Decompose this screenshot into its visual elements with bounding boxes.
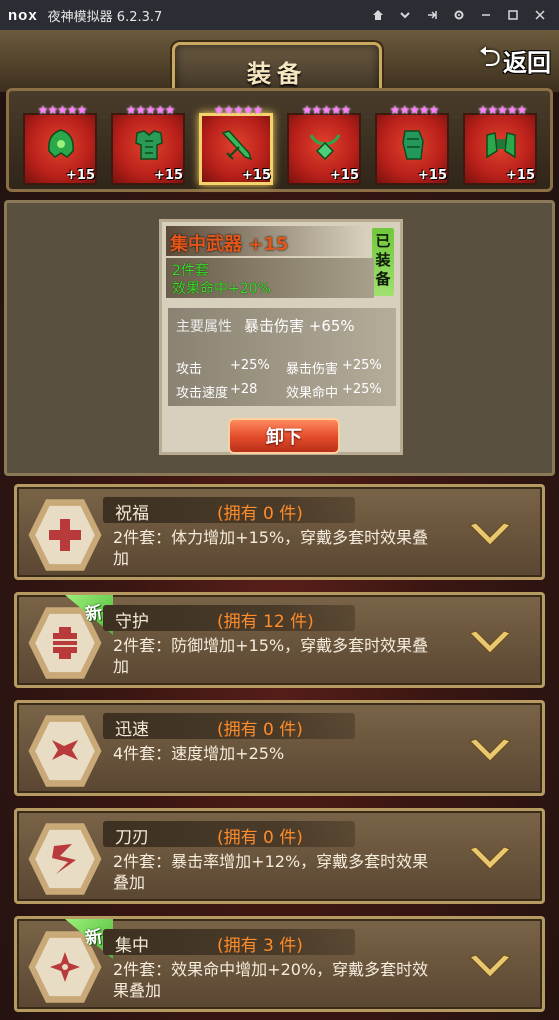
sub-attr-value: +25% — [342, 382, 382, 397]
settings-icon[interactable] — [445, 0, 472, 30]
set-owned-count: (拥有 0 件) — [217, 828, 303, 848]
set-description: 2件套：体力增加+15%，穿戴多套时效果叠加 — [113, 528, 429, 568]
blade-icon — [52, 844, 76, 874]
new-badge-label: 新 — [84, 602, 104, 626]
necklace-icon — [309, 134, 341, 161]
item-detail-card: 集中武器 +15 已装备 2件套 效果命中+20% 主要属性 暴击伤害 +65%… — [159, 219, 403, 455]
sub-attr-label: 暴击伤害 — [286, 362, 339, 377]
set-row-focus[interactable]: 新 集中 (拥有 3 件) 2件套：效果命中增加+20%，穿戴多套时效果叠加 — [14, 916, 545, 1012]
window-controls — [364, 0, 553, 30]
armor-icon — [135, 130, 163, 160]
set-owned-count: (拥有 0 件) — [217, 720, 303, 740]
star-rating: ★★★★★ — [213, 103, 264, 117]
set-row-blessing[interactable]: 祝福 (拥有 0 件) 2件套：体力增加+15%，穿戴多套时效果叠加 — [14, 484, 545, 580]
boots-icon — [486, 132, 516, 159]
back-arrow-icon: ⮌ — [478, 40, 501, 73]
set-row-guard[interactable]: 新 守护 (拥有 12 件) 2件套：防御增加+15%，穿戴多套时效果叠加 — [14, 592, 545, 688]
star-rating: ★★★★★ — [477, 103, 528, 117]
set-owned-count: (拥有 3 件) — [217, 936, 303, 956]
star-rating: ★★★★★ — [37, 103, 88, 117]
set-row-blade[interactable]: 刀刃 (拥有 0 件) 2件套：暴击率增加+12%，穿戴多套时效果叠加 — [14, 808, 545, 904]
set-description: 2件套：防御增加+15%，穿戴多套时效果叠加 — [113, 636, 429, 676]
dropdown-icon[interactable] — [391, 0, 418, 30]
star-rating: ★★★★★ — [125, 103, 176, 117]
chevron-down-icon[interactable] — [468, 629, 512, 657]
sub-attr-label: 攻击速度 — [176, 386, 229, 401]
enhance-level: +15 — [418, 168, 447, 183]
unequip-button[interactable]: 卸下 — [228, 418, 340, 454]
set-description: 2件套：暴击率增加+12%，穿戴多套时效果叠加 — [113, 852, 429, 892]
shield-icon — [53, 627, 77, 659]
set-owned-count: (拥有 0 件) — [217, 504, 303, 524]
back-label: 返回 — [503, 48, 551, 77]
set-name: 刀刃 — [115, 828, 149, 848]
set-name: 集中 — [115, 936, 149, 956]
equipped-tag: 已装备 — [372, 228, 394, 296]
equipment-slot-gloves[interactable]: ★★★★★ +15 — [375, 103, 453, 185]
equipment-strip: ★★★★★ +15 ★★★★★ +15 ★★★★★ +15 ★★★★★ +15 … — [6, 88, 553, 192]
star-rating: ★★★★★ — [301, 103, 352, 117]
close-icon[interactable] — [526, 0, 553, 30]
enhance-level: +15 — [154, 168, 183, 183]
chevron-down-icon[interactable] — [468, 953, 512, 981]
enhance-level: +15 — [330, 168, 359, 183]
page-title: 装备 — [247, 59, 307, 88]
item-title: 集中武器 +15 — [170, 234, 289, 255]
detail-panel: 集中武器 +15 已装备 2件套 效果命中+20% 主要属性 暴击伤害 +65%… — [4, 200, 555, 476]
set-description: 2件套：效果命中增加+20%，穿戴多套时效果叠加 — [113, 960, 429, 1000]
sub-attr-label: 攻击 — [176, 362, 203, 377]
emulator-titlebar: nox 夜神模拟器 6.2.3.7 — [0, 0, 559, 30]
equipment-slot-necklace[interactable]: ★★★★★ +15 — [287, 103, 365, 185]
chevron-down-icon[interactable] — [468, 845, 512, 873]
enhance-level: +15 — [66, 168, 95, 183]
weapon-icon — [221, 130, 253, 161]
cross-icon — [49, 519, 81, 551]
maximize-icon[interactable] — [499, 0, 526, 30]
chevron-down-icon[interactable] — [468, 521, 512, 549]
main-attr-label: 主要属性 — [176, 319, 232, 335]
enhance-level: +15 — [242, 168, 271, 183]
set-name: 祝福 — [115, 504, 149, 524]
set-bonus-block: 2件套 效果命中+20% — [166, 258, 374, 298]
helmet-icon — [48, 129, 74, 158]
set-bonus-effect: 效果命中+20% — [172, 281, 271, 297]
set-owned-count: (拥有 12 件) — [217, 612, 314, 632]
sub-attr-value: +28 — [230, 382, 258, 397]
sub-attr-value: +25% — [230, 358, 270, 373]
equipment-slot-helmet[interactable]: ★★★★★ +15 — [23, 103, 101, 185]
attribute-block: 主要属性 暴击伤害 +65% 攻击 +25% 暴击伤害 +25% 攻击速度 +2… — [168, 308, 396, 406]
focus-icon — [50, 952, 80, 982]
main-attr-value: 暴击伤害 +65% — [244, 317, 355, 335]
enhance-level: +15 — [506, 168, 535, 183]
window-title: 夜神模拟器 6.2.3.7 — [47, 9, 163, 25]
home-icon[interactable] — [364, 0, 391, 30]
set-row-speed[interactable]: 迅速 (拥有 0 件) 4件套：速度增加+25% — [14, 700, 545, 796]
equipment-slot-boots[interactable]: ★★★★★ +15 — [463, 103, 541, 185]
chevron-down-icon[interactable] — [468, 737, 512, 765]
set-bonus-pieces: 2件套 — [172, 263, 209, 279]
equipment-slot-weapon[interactable]: ★★★★★ +15 — [199, 103, 277, 185]
pin-icon[interactable] — [418, 0, 445, 30]
equipment-slot-armor[interactable]: ★★★★★ +15 — [111, 103, 189, 185]
sub-attr-value: +25% — [342, 358, 382, 373]
new-badge-label: 新 — [84, 926, 104, 950]
set-description: 4件套：速度增加+25% — [113, 744, 285, 763]
set-name: 守护 — [115, 612, 149, 632]
star-rating: ★★★★★ — [389, 103, 440, 117]
minimize-icon[interactable] — [472, 0, 499, 30]
game-screen: 装备 ⮌ 返回 ★★★★★ +15 ★★★★★ +15 ★★★★★ +15 ★★… — [0, 30, 559, 1020]
back-button[interactable]: ⮌ 返回 — [447, 40, 551, 80]
set-name: 迅速 — [115, 720, 149, 740]
gloves-icon — [402, 130, 424, 160]
nox-logo: nox — [8, 6, 38, 24]
sub-attr-label: 效果命中 — [286, 386, 339, 401]
speed-icon — [52, 740, 78, 760]
